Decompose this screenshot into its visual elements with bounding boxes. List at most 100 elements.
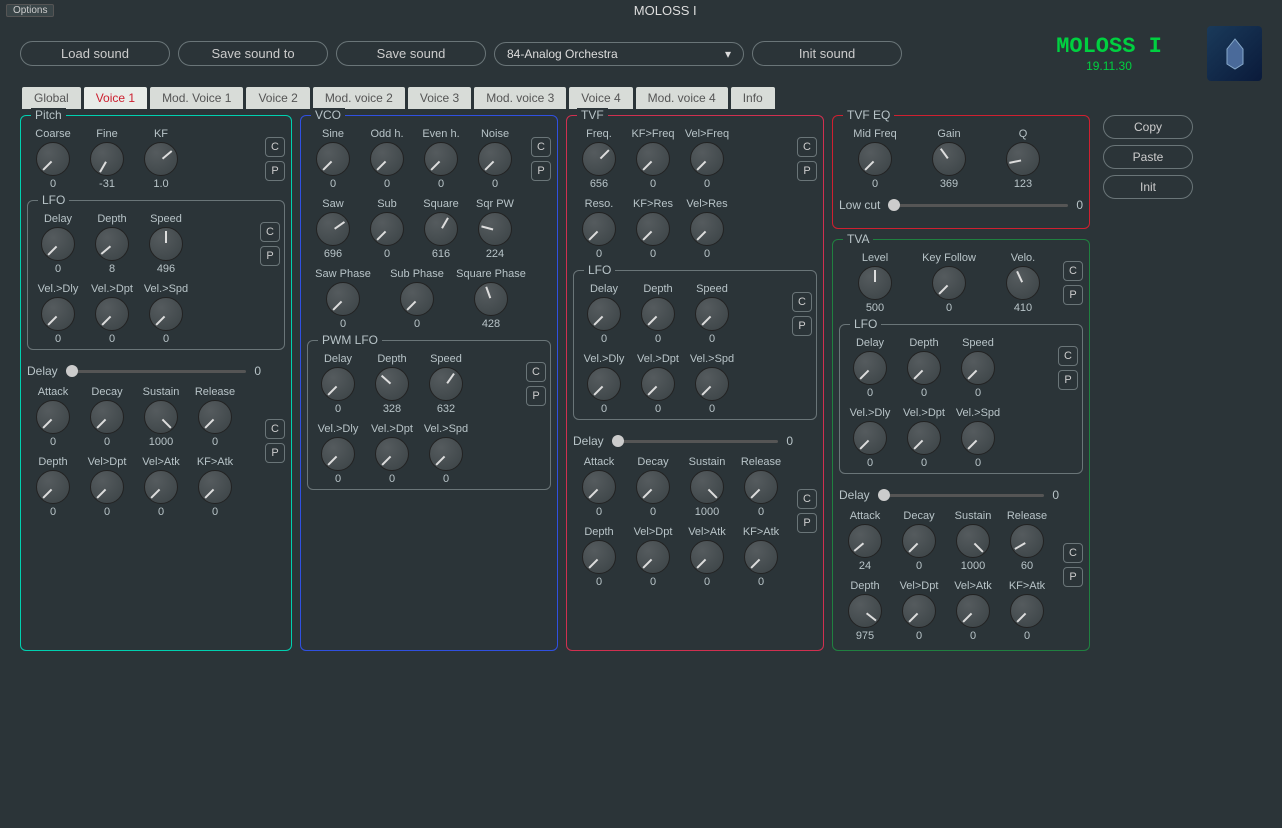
knob-decay[interactable]: Decay0 xyxy=(81,386,133,448)
tva-r1-paste[interactable]: P xyxy=(1063,285,1083,305)
knob-freq-[interactable]: Freq.656 xyxy=(573,128,625,190)
tva-env-paste[interactable]: P xyxy=(1063,567,1083,587)
knob-vel-spd[interactable]: Vel.>Spd0 xyxy=(420,423,472,485)
init-button[interactable]: Init xyxy=(1103,175,1193,199)
knob-decay[interactable]: Decay0 xyxy=(627,456,679,518)
knob-vel-dpt[interactable]: Vel>Dpt0 xyxy=(893,580,945,642)
knob-q[interactable]: Q123 xyxy=(987,128,1059,190)
knob-vel-dpt[interactable]: Vel.>Dpt0 xyxy=(898,407,950,469)
knob-speed[interactable]: Speed496 xyxy=(140,213,192,275)
tva-r1-copy[interactable]: C xyxy=(1063,261,1083,281)
pitch-env-copy[interactable]: C xyxy=(265,419,285,439)
knob-speed[interactable]: Speed0 xyxy=(952,337,1004,399)
knob-square-phase[interactable]: Square Phase428 xyxy=(455,268,527,330)
knob-sub[interactable]: Sub0 xyxy=(361,198,413,260)
tva-env-copy[interactable]: C xyxy=(1063,543,1083,563)
knob-noise[interactable]: Noise0 xyxy=(469,128,521,190)
knob-vel-spd[interactable]: Vel.>Spd0 xyxy=(686,353,738,415)
load-sound-button[interactable]: Load sound xyxy=(20,41,170,66)
knob-vel-spd[interactable]: Vel.>Spd0 xyxy=(140,283,192,345)
knob-depth[interactable]: Depth8 xyxy=(86,213,138,275)
knob-depth[interactable]: Depth328 xyxy=(366,353,418,415)
save-sound-to-button[interactable]: Save sound to xyxy=(178,41,328,66)
tvf-r1-paste[interactable]: P xyxy=(797,161,817,181)
tab-global[interactable]: Global xyxy=(22,87,81,109)
knob-kf-res[interactable]: KF>Res0 xyxy=(627,198,679,260)
knob-sqr-pw[interactable]: Sqr PW224 xyxy=(469,198,521,260)
knob-vel-dly[interactable]: Vel.>Dly0 xyxy=(844,407,896,469)
knob-sustain[interactable]: Sustain1000 xyxy=(947,510,999,572)
knob-kf-atk[interactable]: KF>Atk0 xyxy=(189,456,241,518)
pwm-r1-paste[interactable]: P xyxy=(526,386,546,406)
knob-vel-dpt[interactable]: Vel.>Dpt0 xyxy=(86,283,138,345)
tab-mod-voice-4[interactable]: Mod. voice 4 xyxy=(636,87,728,109)
pitch-r1-copy[interactable]: C xyxy=(265,137,285,157)
tab-voice-4[interactable]: Voice 4 xyxy=(569,87,632,109)
tvf-lfo-r1-copy[interactable]: C xyxy=(792,292,812,312)
tab-voice-1[interactable]: Voice 1 xyxy=(84,87,147,109)
tab-mod-voice-1[interactable]: Mod. Voice 1 xyxy=(150,87,243,109)
knob-release[interactable]: Release0 xyxy=(735,456,787,518)
knob-release[interactable]: Release0 xyxy=(189,386,241,448)
knob-vel-dpt[interactable]: Vel.>Dpt0 xyxy=(632,353,684,415)
knob-sustain[interactable]: Sustain1000 xyxy=(681,456,733,518)
tvf-env-paste[interactable]: P xyxy=(797,513,817,533)
tvf-env-copy[interactable]: C xyxy=(797,489,817,509)
knob-vel-freq[interactable]: Vel>Freq0 xyxy=(681,128,733,190)
save-sound-button[interactable]: Save sound xyxy=(336,41,486,66)
knob-vel-res[interactable]: Vel>Res0 xyxy=(681,198,733,260)
knob-depth[interactable]: Depth975 xyxy=(839,580,891,642)
knob-reso-[interactable]: Reso.0 xyxy=(573,198,625,260)
knob-kf-atk[interactable]: KF>Atk0 xyxy=(735,526,787,588)
knob-delay[interactable]: Delay0 xyxy=(844,337,896,399)
knob-release[interactable]: Release60 xyxy=(1001,510,1053,572)
knob-delay[interactable]: Delay0 xyxy=(578,283,630,345)
knob-key-follow[interactable]: Key Follow0 xyxy=(913,252,985,314)
knob-vel-dly[interactable]: Vel.>Dly0 xyxy=(578,353,630,415)
knob-level[interactable]: Level500 xyxy=(839,252,911,314)
paste-button[interactable]: Paste xyxy=(1103,145,1193,169)
pitch-lfo-r1-paste[interactable]: P xyxy=(260,246,280,266)
knob-speed[interactable]: Speed632 xyxy=(420,353,472,415)
copy-button[interactable]: Copy xyxy=(1103,115,1193,139)
knob-attack[interactable]: Attack0 xyxy=(573,456,625,518)
tva-delay-slider[interactable] xyxy=(878,494,1045,497)
knob-vel-atk[interactable]: Vel>Atk0 xyxy=(681,526,733,588)
pitch-r1-paste[interactable]: P xyxy=(265,161,285,181)
knob-vel-dpt[interactable]: Vel>Dpt0 xyxy=(627,526,679,588)
knob-sub-phase[interactable]: Sub Phase0 xyxy=(381,268,453,330)
knob-vel-atk[interactable]: Vel>Atk0 xyxy=(947,580,999,642)
knob-delay[interactable]: Delay0 xyxy=(32,213,84,275)
preset-select[interactable]: 84-Analog Orchestra ▾ xyxy=(494,42,744,66)
knob-velo-[interactable]: Velo.410 xyxy=(987,252,1059,314)
knob-depth[interactable]: Depth0 xyxy=(632,283,684,345)
knob-depth[interactable]: Depth0 xyxy=(27,456,79,518)
tvf-delay-slider[interactable] xyxy=(612,440,779,443)
knob-square[interactable]: Square616 xyxy=(415,198,467,260)
knob-mid-freq[interactable]: Mid Freq0 xyxy=(839,128,911,190)
knob-decay[interactable]: Decay0 xyxy=(893,510,945,572)
knob-gain[interactable]: Gain369 xyxy=(913,128,985,190)
knob-fine[interactable]: Fine-31 xyxy=(81,128,133,190)
vco-r1-paste[interactable]: P xyxy=(531,161,551,181)
lowcut-slider[interactable] xyxy=(888,204,1068,207)
knob-speed[interactable]: Speed0 xyxy=(686,283,738,345)
vco-r1-copy[interactable]: C xyxy=(531,137,551,157)
knob-depth[interactable]: Depth0 xyxy=(898,337,950,399)
knob-kf[interactable]: KF1.0 xyxy=(135,128,187,190)
knob-kf-freq[interactable]: KF>Freq0 xyxy=(627,128,679,190)
tab-voice-3[interactable]: Voice 3 xyxy=(408,87,471,109)
knob-vel-spd[interactable]: Vel.>Spd0 xyxy=(952,407,1004,469)
pitch-delay-slider[interactable] xyxy=(66,370,247,373)
tvf-r1-copy[interactable]: C xyxy=(797,137,817,157)
tab-mod-voice-2[interactable]: Mod. voice 2 xyxy=(313,87,405,109)
knob-odd-h-[interactable]: Odd h.0 xyxy=(361,128,413,190)
knob-saw-phase[interactable]: Saw Phase0 xyxy=(307,268,379,330)
init-sound-button[interactable]: Init sound xyxy=(752,41,902,66)
knob-vel-dly[interactable]: Vel.>Dly0 xyxy=(32,283,84,345)
knob-sustain[interactable]: Sustain1000 xyxy=(135,386,187,448)
knob-vel-dpt[interactable]: Vel.>Dpt0 xyxy=(366,423,418,485)
knob-vel-dly[interactable]: Vel.>Dly0 xyxy=(312,423,364,485)
tab-voice-2[interactable]: Voice 2 xyxy=(246,87,309,109)
pitch-env-paste[interactable]: P xyxy=(265,443,285,463)
